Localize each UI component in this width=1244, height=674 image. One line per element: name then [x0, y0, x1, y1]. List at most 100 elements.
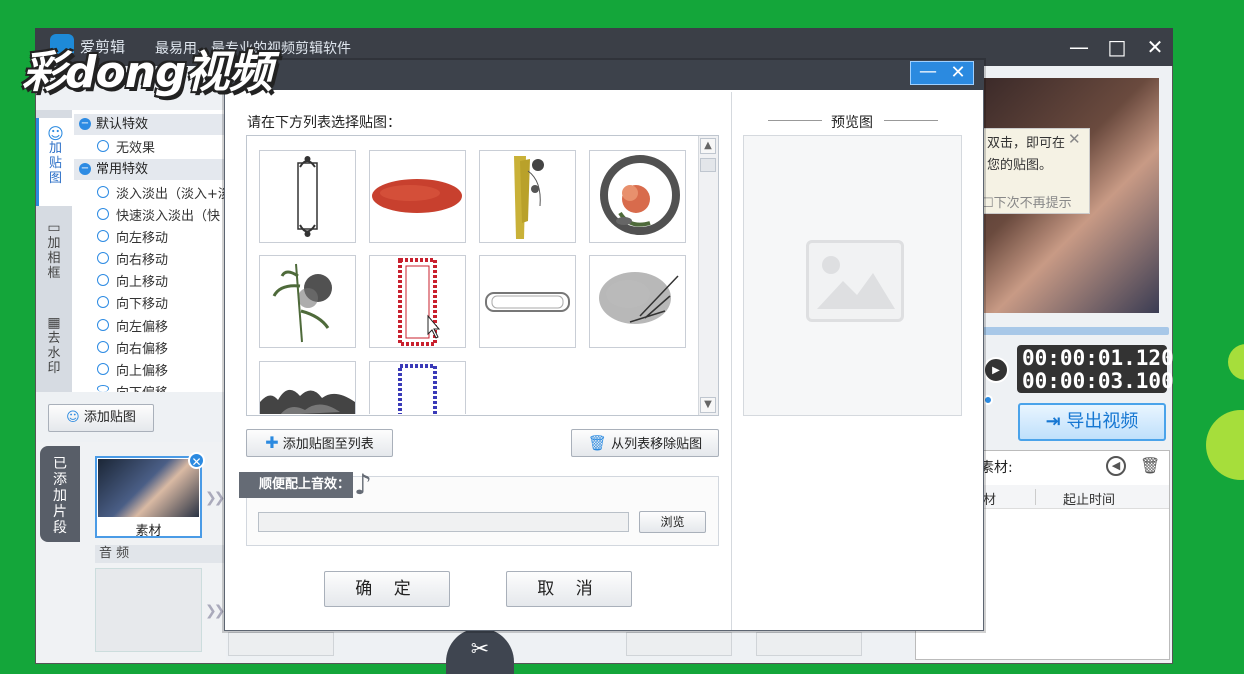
- effect-item[interactable]: 无效果: [116, 137, 155, 156]
- dialog-divider: [731, 92, 732, 630]
- yellow-brush-icon: [514, 156, 544, 239]
- radio-icon[interactable]: [97, 186, 109, 198]
- sticker-thumb[interactable]: [369, 255, 466, 348]
- red-pattern-frame-icon: [398, 258, 441, 346]
- add-sticker-button[interactable]: ☺ 添加贴图: [48, 404, 154, 432]
- tab-add-sticker[interactable]: ☺ 加贴图: [36, 118, 72, 206]
- scrollbar-thumb[interactable]: [700, 158, 716, 172]
- radio-icon[interactable]: [97, 140, 109, 152]
- group-common-effects[interactable]: 常用特效: [74, 159, 226, 180]
- effect-item[interactable]: 快速淡入淡出（快: [116, 205, 220, 224]
- browse-button[interactable]: 浏览: [639, 511, 706, 533]
- audio-path-input[interactable]: [258, 512, 629, 532]
- sticker-thumb[interactable]: [479, 255, 576, 348]
- sticker-prompt: 请在下方列表选择贴图：: [247, 115, 401, 131]
- sticker-thumb[interactable]: [259, 361, 356, 414]
- added-clips-tab[interactable]: 已添加片段: [40, 446, 80, 542]
- dialog-close-icon[interactable]: ✕: [944, 61, 972, 85]
- cancel-button[interactable]: 取 消: [506, 571, 632, 607]
- sticker-thumb[interactable]: [369, 361, 466, 414]
- close-button[interactable]: ✕: [1140, 32, 1170, 62]
- audio-slot[interactable]: [95, 568, 202, 652]
- clip-thumbnail: [98, 459, 199, 517]
- frame-icon: ▭: [47, 220, 61, 236]
- clip-label: 素材: [135, 524, 162, 539]
- back-icon[interactable]: ◀: [1106, 456, 1126, 476]
- effect-item[interactable]: 向左移动: [116, 227, 168, 246]
- preview-title: 预览图: [831, 115, 873, 131]
- radio-icon[interactable]: [97, 274, 109, 286]
- effect-item[interactable]: 向右移动: [116, 249, 168, 268]
- ink-bamboo-icon: [272, 263, 332, 343]
- group-default-effects[interactable]: 默认特效: [74, 114, 226, 135]
- effect-item[interactable]: 向左偏移: [116, 316, 168, 335]
- blue-pattern-frame-icon: [398, 364, 437, 414]
- radio-icon[interactable]: [97, 252, 109, 264]
- sticker-thumb[interactable]: [259, 255, 356, 348]
- sticker-thumb[interactable]: [589, 150, 686, 243]
- material-col-time: 起止时间: [1063, 493, 1116, 508]
- sticker-list-scrollbar[interactable]: [698, 136, 718, 415]
- empty-clip-slot: [626, 632, 732, 656]
- collapse-icon: −: [79, 118, 91, 130]
- radio-icon[interactable]: [97, 385, 109, 392]
- empty-clip-slot: [756, 632, 862, 656]
- image-placeholder-icon: [806, 240, 904, 322]
- chevrons-icon: ❯❯: [205, 490, 226, 506]
- progress-bar[interactable]: [983, 327, 1169, 335]
- dialog-minimize-icon[interactable]: —: [914, 61, 942, 85]
- tab-remove-watermark[interactable]: ▦ 去水印: [36, 310, 72, 390]
- radio-icon[interactable]: [97, 341, 109, 353]
- plus-icon: ✚: [265, 433, 279, 452]
- effect-item[interactable]: 向上偏移: [116, 360, 168, 379]
- effect-item[interactable]: 向下偏移: [116, 382, 168, 392]
- current-time: 00:00:01.120: [1022, 346, 1174, 370]
- remove-sticker-from-list-button[interactable]: 🗑 从列表移除贴图: [571, 429, 719, 457]
- tooltip-dont-show-checkbox[interactable]: ☐下次不再提示: [982, 192, 1072, 211]
- red-brush-icon: [372, 179, 462, 213]
- sticker-thumb[interactable]: [479, 150, 576, 243]
- effect-item[interactable]: 淡入淡出（淡入+淡: [116, 183, 231, 202]
- empty-clip-slot: [228, 632, 334, 656]
- tooltip-close-icon[interactable]: ✕: [1068, 130, 1081, 148]
- ink-landscape-icon: [260, 390, 355, 414]
- maximize-button[interactable]: □: [1102, 32, 1132, 62]
- trash-icon[interactable]: 🗑: [1140, 456, 1160, 475]
- radio-icon[interactable]: [97, 319, 109, 331]
- radio-icon[interactable]: [97, 296, 109, 308]
- ink-splash-icon: [599, 272, 679, 324]
- music-note-icon: ♪: [354, 468, 372, 501]
- ornament-frame-icon: [297, 156, 318, 237]
- effect-item[interactable]: 向右偏移: [116, 338, 168, 357]
- watermark-logo: 彩dong视频: [22, 47, 273, 98]
- sticker-thumb[interactable]: [369, 150, 466, 243]
- checker-icon: ▦: [47, 315, 61, 331]
- sticker-thumb[interactable]: [259, 150, 356, 243]
- effect-item[interactable]: 向上移动: [116, 271, 168, 290]
- rounded-label-icon: [485, 292, 570, 312]
- radio-icon[interactable]: [97, 208, 109, 220]
- minimize-button[interactable]: —: [1064, 32, 1094, 62]
- export-video-button[interactable]: ⇥ 导出视频: [1018, 403, 1166, 441]
- collapse-icon: −: [79, 163, 91, 175]
- scroll-up-icon[interactable]: ▲: [700, 138, 716, 154]
- scroll-down-icon[interactable]: ▼: [700, 397, 716, 413]
- play-icon[interactable]: ▶: [983, 357, 1009, 383]
- add-sticker-icon: ☺: [66, 410, 80, 425]
- add-sticker-to-list-button[interactable]: ✚ 添加贴图至列表: [246, 429, 393, 457]
- radio-icon[interactable]: [97, 363, 109, 375]
- sticker-thumb[interactable]: [589, 255, 686, 348]
- effect-item[interactable]: 向下移动: [116, 293, 168, 312]
- ink-circle-flower-icon: [600, 155, 680, 235]
- remove-clip-icon[interactable]: ✕: [188, 452, 205, 469]
- audio-track-label: 音 频: [95, 545, 225, 563]
- trash-icon: 🗑: [587, 434, 607, 452]
- radio-icon[interactable]: [97, 230, 109, 242]
- ok-button[interactable]: 确 定: [324, 571, 450, 607]
- column-divider: [1035, 489, 1036, 505]
- desktop-decoration: [1228, 344, 1244, 380]
- desktop-decoration: [1206, 410, 1244, 480]
- audio-effect-label: 顺便配上音效：: [239, 472, 353, 498]
- tab-add-frame[interactable]: ▭ 加相框: [36, 215, 72, 295]
- export-icon: ⇥: [1045, 411, 1061, 432]
